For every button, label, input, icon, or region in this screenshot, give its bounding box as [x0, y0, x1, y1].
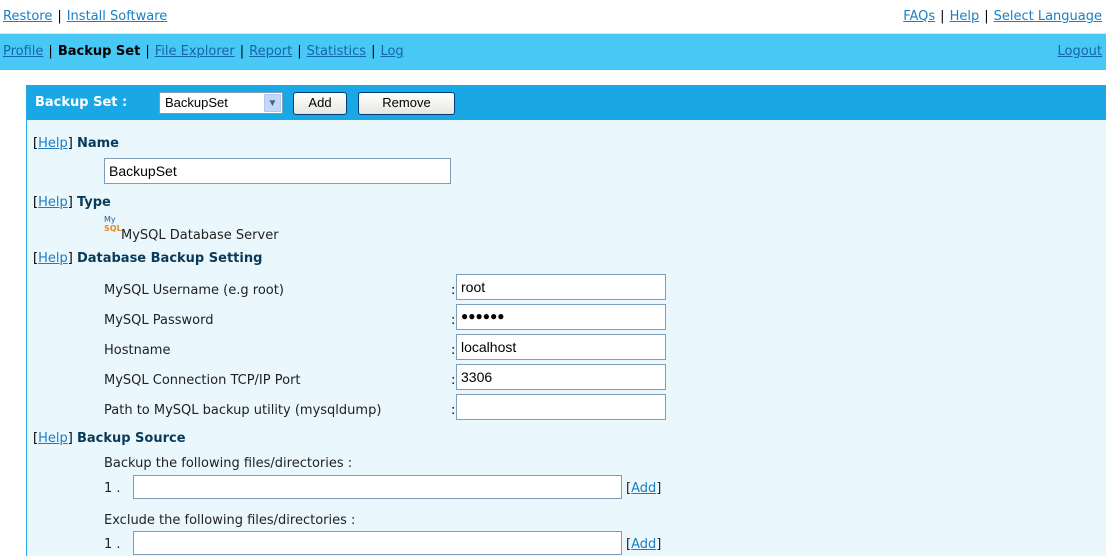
include-add-link-wrap: [Add]: [626, 481, 662, 496]
separator: |: [239, 44, 245, 59]
main-nav-bar: Profile | Backup Set | File Explorer | Report |…: [0, 34, 1106, 70]
port-label: MySQL Connection TCP/IP Port: [104, 373, 301, 388]
source-section-title: Backup Source: [76, 431, 186, 446]
separator: |: [940, 9, 945, 24]
db-help-link[interactable]: Help: [38, 251, 68, 266]
mysqldump-path-field[interactable]: [456, 394, 666, 420]
restore-link[interactable]: Restore: [3, 9, 52, 24]
mysql-username-field[interactable]: root: [456, 274, 666, 300]
backup-set-select[interactable]: BackupSet ▼: [159, 92, 283, 114]
exclude-row-number: 1 .: [104, 537, 121, 552]
name-section-title: Name: [76, 136, 119, 151]
nav-backup-set[interactable]: Backup Set: [58, 44, 141, 59]
separator: |: [57, 9, 62, 24]
chevron-down-icon[interactable]: ▼: [264, 94, 281, 112]
include-path-field[interactable]: [133, 475, 622, 499]
colon: :: [451, 373, 456, 388]
separator: |: [371, 44, 376, 59]
logout-link[interactable]: Logout: [1057, 44, 1102, 59]
main-nav-left: Profile | Backup Set | File Explorer | Report |…: [3, 44, 404, 59]
source-help-link[interactable]: Help: [38, 431, 68, 446]
nav-statistics[interactable]: Statistics: [307, 44, 366, 59]
mysqldump-path-label: Path to MySQL backup utility (mysqldump): [104, 403, 382, 418]
mysql-icon: My SQL: [104, 216, 122, 238]
mysql-username-label: MySQL Username (e.g root): [104, 283, 284, 298]
port-field[interactable]: 3306: [456, 364, 666, 390]
separator: |: [984, 9, 989, 24]
mysql-icon-bottom-text: SQL: [104, 224, 122, 233]
type-section-header: [Help] Type: [33, 195, 111, 210]
mysql-password-field[interactable]: ●●●●●●: [456, 304, 666, 330]
backup-set-panel: Backup Set : BackupSet ▼ Add Remove [Hel…: [26, 85, 1106, 556]
backup-set-select-value: BackupSet: [165, 95, 228, 110]
name-help-link[interactable]: Help: [38, 136, 68, 151]
colon: :: [451, 343, 456, 358]
mysql-icon-top-text: My: [104, 215, 116, 224]
nav-profile[interactable]: Profile: [3, 44, 43, 59]
exclude-label: Exclude the following files/directories …: [104, 513, 356, 528]
colon: :: [451, 313, 456, 328]
main-nav-right: Logout: [1057, 44, 1102, 59]
add-backup-set-button[interactable]: Add: [293, 92, 347, 115]
mysql-password-label: MySQL Password: [104, 313, 214, 328]
separator: |: [48, 44, 53, 59]
separator: |: [145, 44, 150, 59]
faqs-link[interactable]: FAQs: [903, 9, 935, 24]
install-software-link[interactable]: Install Software: [67, 9, 168, 24]
exclude-add-link-wrap: [Add]: [626, 537, 662, 552]
nav-report[interactable]: Report: [249, 44, 292, 59]
colon: :: [451, 283, 456, 298]
type-value: MySQL Database Server: [121, 228, 279, 243]
name-field[interactable]: BackupSet: [104, 158, 451, 184]
select-language-link[interactable]: Select Language: [994, 9, 1102, 24]
remove-backup-set-button[interactable]: Remove: [358, 92, 455, 115]
nav-log[interactable]: Log: [380, 44, 403, 59]
separator: |: [297, 44, 302, 59]
include-row-number: 1 .: [104, 481, 121, 496]
help-link[interactable]: Help: [950, 9, 980, 24]
hostname-label: Hostname: [104, 343, 171, 358]
exclude-add-link[interactable]: Add: [631, 537, 656, 552]
db-section-header: [Help] Database Backup Setting: [33, 251, 263, 266]
nav-file-explorer[interactable]: File Explorer: [155, 44, 235, 59]
top-links-bar: Restore | Install Software FAQs | Help | Selec…: [0, 0, 1106, 34]
colon: :: [451, 403, 456, 418]
hostname-field[interactable]: localhost: [456, 334, 666, 360]
db-section-title: Database Backup Setting: [76, 251, 263, 266]
exclude-path-field[interactable]: [133, 531, 622, 555]
include-add-link[interactable]: Add: [631, 481, 656, 496]
panel-title: Backup Set :: [35, 95, 128, 110]
panel-header: Backup Set : BackupSet ▼ Add Remove: [27, 85, 1106, 120]
top-links-right: FAQs | Help | Select Language: [903, 9, 1102, 24]
include-label: Backup the following files/directories :: [104, 456, 353, 471]
type-section-title: Type: [76, 195, 111, 210]
name-section-header: [Help] Name: [33, 136, 119, 151]
type-help-link[interactable]: Help: [38, 195, 68, 210]
top-links-left: Restore | Install Software: [3, 9, 167, 24]
source-section-header: [Help] Backup Source: [33, 431, 186, 446]
